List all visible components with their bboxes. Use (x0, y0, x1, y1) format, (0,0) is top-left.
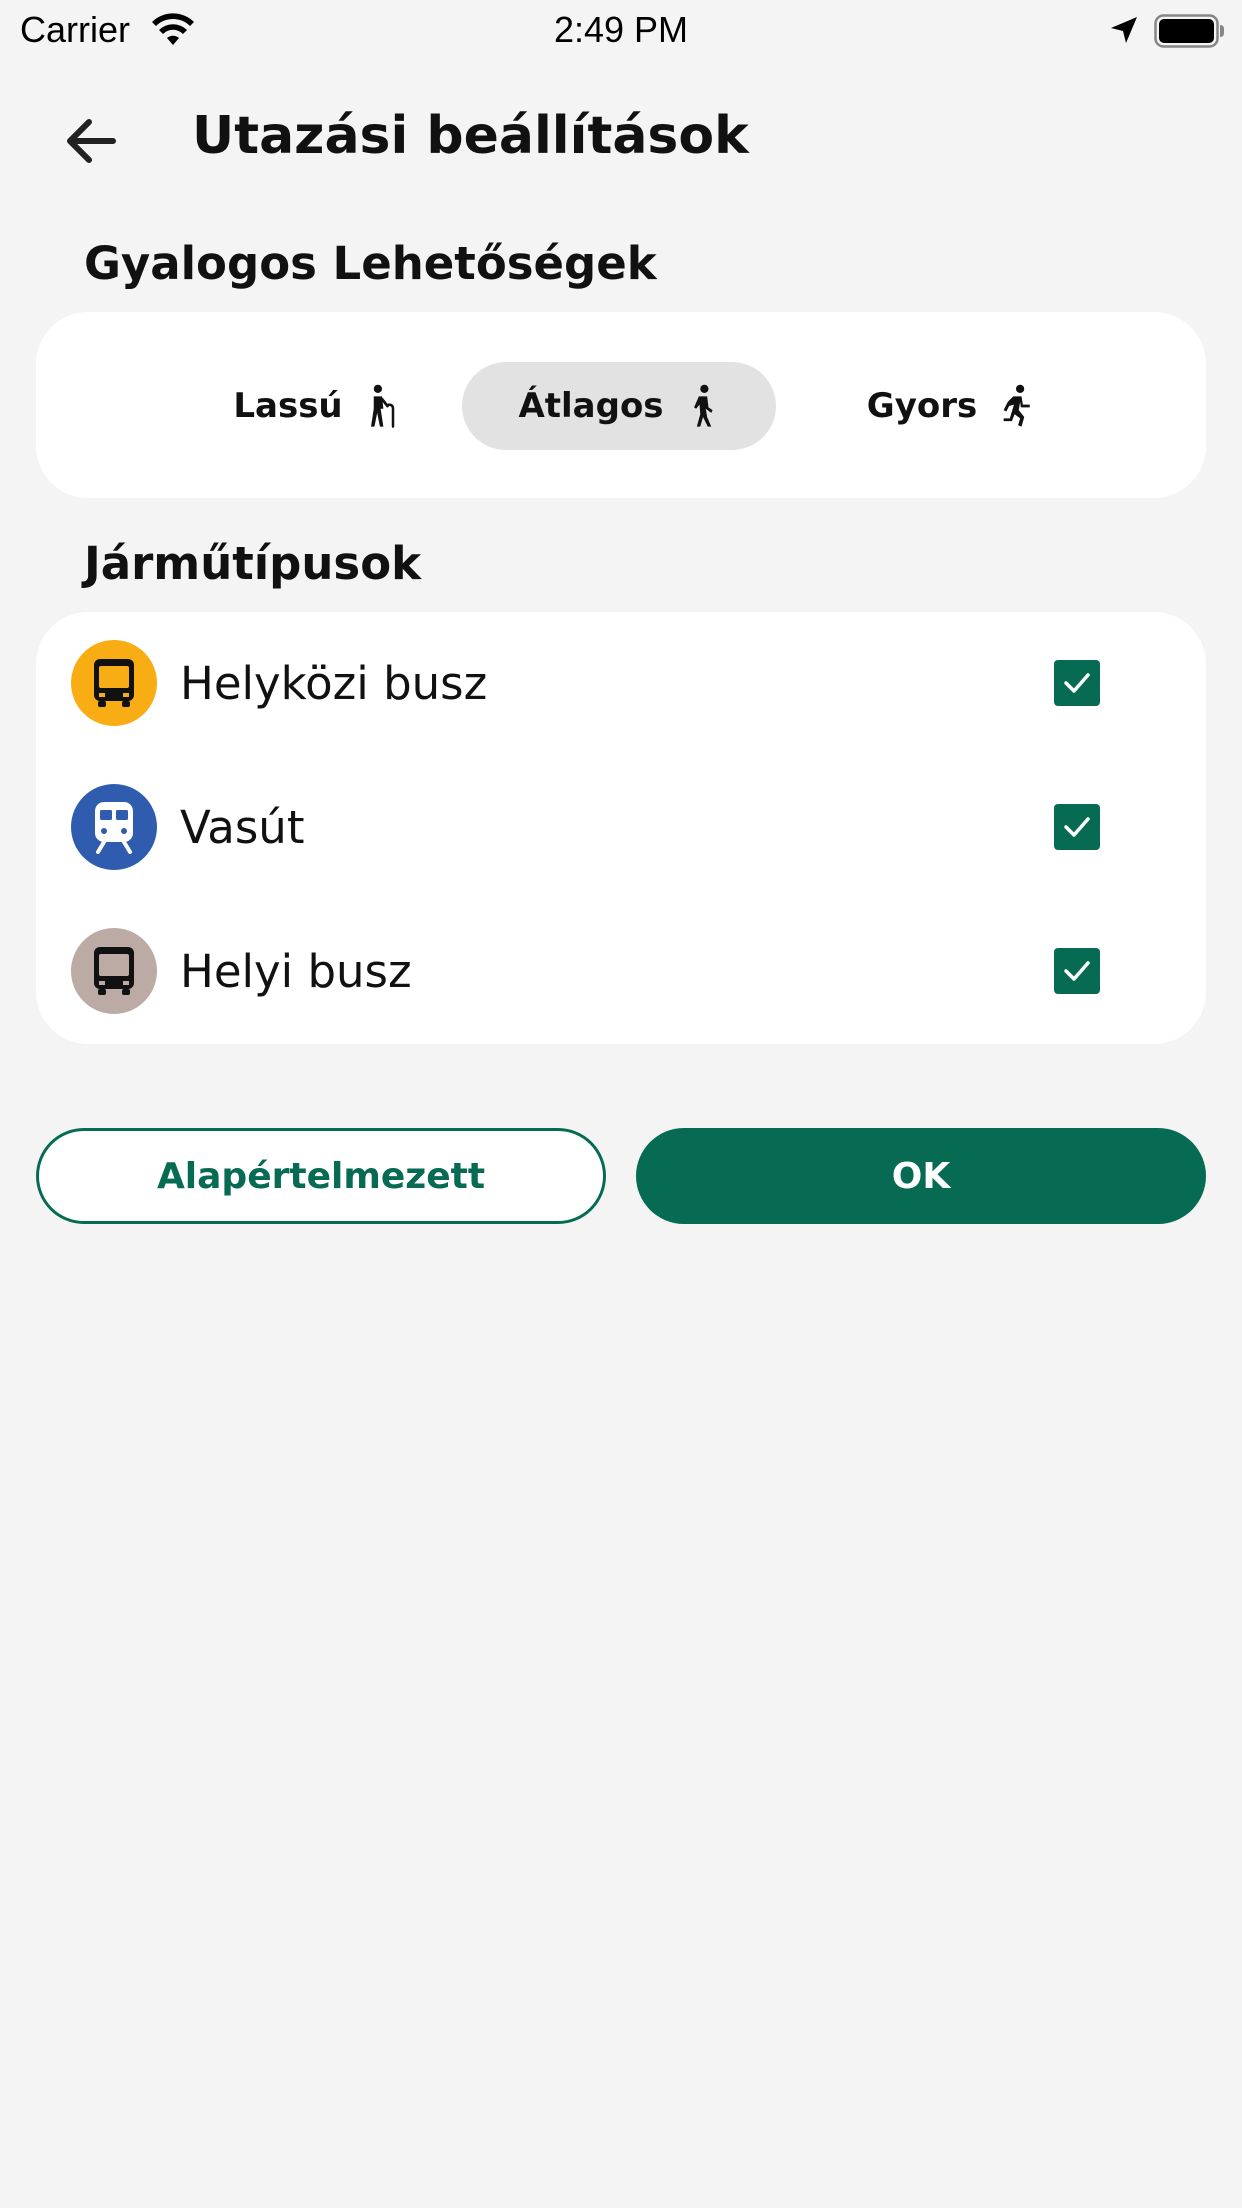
speed-option-label: Gyors (866, 386, 978, 426)
run-icon (1003, 384, 1030, 427)
speed-option-label: Átlagos (518, 386, 664, 426)
reset-default-button[interactable]: Alapértelmezett (36, 1128, 606, 1224)
status-bar: Carrier 2:49 PM (0, 0, 1242, 62)
vehicle-row-intercity-bus[interactable]: Helyközi busz (36, 624, 1206, 744)
speed-option-slow[interactable]: Lassú (186, 362, 446, 450)
page-title: Utazási beállítások (192, 106, 749, 166)
elderly-walk-icon (370, 384, 394, 428)
checkmark-icon (1064, 673, 1090, 693)
clock: 2:49 PM (553, 9, 689, 50)
checkmark-icon (1064, 961, 1090, 981)
arrow-left-icon (67, 119, 116, 163)
vehicle-label: Helyközi busz (180, 657, 488, 710)
vehicle-row-local-bus[interactable]: Helyi busz (36, 912, 1206, 1032)
walk-icon (693, 384, 713, 427)
battery-icon (1154, 14, 1224, 48)
intercity-bus-checkbox[interactable] (1054, 660, 1100, 706)
vehicle-label: Helyi busz (180, 945, 412, 998)
speed-option-average[interactable]: Átlagos (462, 362, 776, 450)
vehicle-type-list: Helyközi busz Vasút Helyi busz (36, 612, 1206, 1044)
walking-speed-selector: Lassú Átlagos Gyors (36, 312, 1206, 498)
train-icon (71, 784, 157, 870)
speed-option-fast[interactable]: Gyors (820, 362, 1080, 450)
checkmark-icon (1064, 817, 1090, 837)
back-button[interactable] (54, 104, 128, 178)
walking-options-title: Gyalogos Lehetőségek (84, 237, 657, 290)
ok-button[interactable]: OK (636, 1128, 1206, 1224)
speed-option-label: Lassú (233, 386, 343, 426)
location-arrow-icon (1111, 17, 1137, 43)
vehicle-row-train[interactable]: Vasút (36, 768, 1206, 888)
train-checkbox[interactable] (1054, 804, 1100, 850)
intercity-bus-icon (71, 640, 157, 726)
local-bus-checkbox[interactable] (1054, 948, 1100, 994)
local-bus-icon (71, 928, 157, 1014)
vehicle-types-title: Járműtípusok (84, 537, 422, 590)
vehicle-label: Vasút (180, 801, 305, 854)
